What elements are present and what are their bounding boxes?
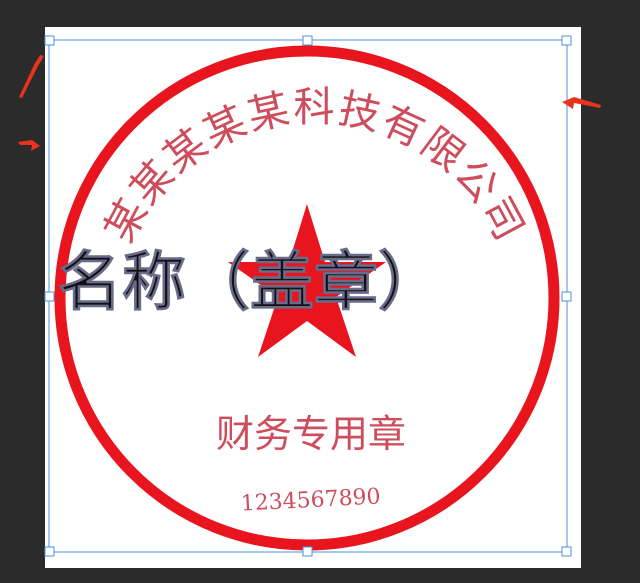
overlay-caption: 名称（盖章） xyxy=(58,245,442,320)
handle-bottom-center[interactable] xyxy=(302,546,313,557)
editor-workspace: 某某某某某科技有限公司 财务专用章 1234567890 名称（盖章） xyxy=(0,0,640,583)
handle-top-right[interactable] xyxy=(561,35,572,46)
canvas: 某某某某某科技有限公司 财务专用章 1234567890 名称（盖章） xyxy=(18,27,601,568)
handle-bottom-left[interactable] xyxy=(44,546,55,557)
handle-middle-right[interactable] xyxy=(561,291,572,302)
handle-top-center[interactable] xyxy=(302,35,313,46)
handle-top-left[interactable] xyxy=(44,35,55,46)
annotation-arrow-icon xyxy=(19,55,44,98)
handle-middle-left[interactable] xyxy=(44,291,55,302)
handle-bottom-right[interactable] xyxy=(561,546,572,557)
seal-department: 财务专用章 xyxy=(216,412,406,456)
annotation-arrow-icon xyxy=(18,140,40,151)
